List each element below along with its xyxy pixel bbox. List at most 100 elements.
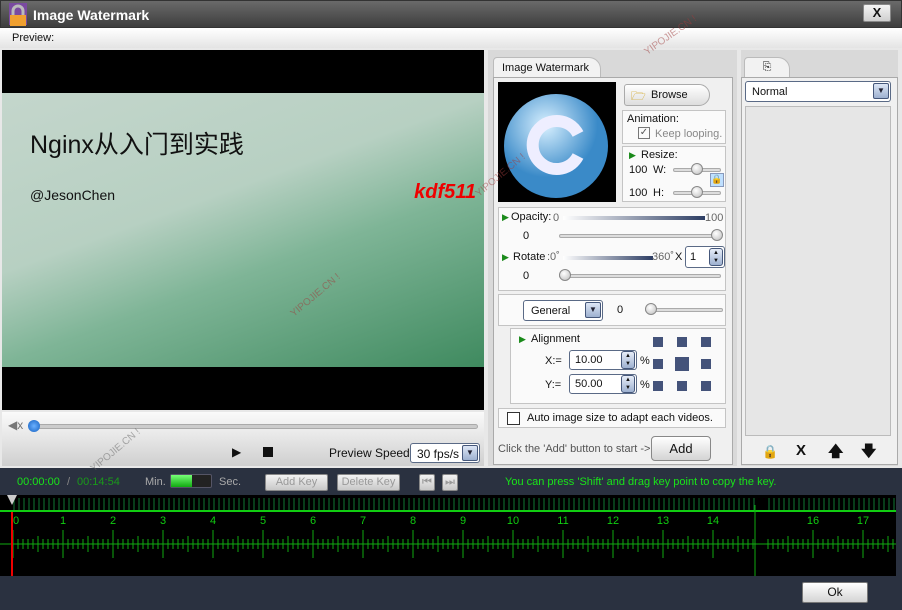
resize-label: Resize: xyxy=(641,149,678,161)
watermark-thumbnail xyxy=(498,82,616,202)
ruler-label: 11 xyxy=(557,515,568,527)
mode-handle[interactable] xyxy=(645,303,657,315)
tab-image-watermark[interactable]: Image Watermark xyxy=(493,57,601,77)
play-icon[interactable]: ▶ xyxy=(232,445,241,459)
expand-icon: ▶ xyxy=(502,212,509,222)
ruler-label: 9 xyxy=(460,515,466,527)
ruler-label: 8 xyxy=(410,515,416,527)
lock-icon[interactable]: 🔒 xyxy=(762,444,778,460)
window-title: Image Watermark xyxy=(33,7,150,23)
auto-size-checkbox[interactable] xyxy=(507,412,520,425)
slide-title: Nginx从入门到实践 xyxy=(30,131,244,159)
add-button[interactable]: Add xyxy=(651,436,711,461)
align-cell[interactable] xyxy=(701,337,711,347)
next-key-icon[interactable]: ⏭ xyxy=(442,474,458,491)
chevron-down-icon[interactable]: ▼ xyxy=(585,302,601,318)
align-cell[interactable] xyxy=(701,381,711,391)
browse-label: Browse xyxy=(651,89,688,101)
y-input[interactable]: 50.00 ▲ ▼ xyxy=(569,374,637,394)
seek-slider[interactable] xyxy=(32,424,478,429)
rotate-min: :0˚ xyxy=(547,251,560,263)
close-button[interactable]: X xyxy=(863,4,891,22)
layers-icon: ⎘ xyxy=(762,61,772,73)
mode-group: General ▼ 0 xyxy=(498,294,726,326)
arrow-down-icon[interactable]: 🡇 xyxy=(861,441,876,466)
copyright-image-icon xyxy=(504,94,608,198)
rotate-times-input[interactable]: 1 ▲ ▼ xyxy=(685,246,725,268)
align-cell[interactable] xyxy=(701,359,711,369)
ok-button[interactable]: Ok xyxy=(802,582,868,603)
video-frame: Nginx从入门到实践 @JesonChen kdf511 xyxy=(2,93,484,367)
layer-panel: ⎘ Normal ▼ 🔒 X 🡅 🡇 xyxy=(741,50,898,466)
x-value: 10.00 xyxy=(575,354,603,366)
height-handle[interactable] xyxy=(691,186,703,198)
ruler-label: 14 xyxy=(707,515,719,527)
browse-button[interactable]: 🗁 Browse xyxy=(624,84,710,106)
preview-speed-select[interactable]: 30 fps/s ▼ xyxy=(410,443,480,463)
align-cell[interactable] xyxy=(653,381,663,391)
opacity-handle[interactable] xyxy=(711,229,723,241)
opacity-gradient xyxy=(563,216,705,220)
delete-key-button[interactable]: Delete Key xyxy=(337,474,400,491)
auto-size-group: Auto image size to adapt each videos. xyxy=(498,408,726,428)
opacity-slider[interactable] xyxy=(559,234,721,238)
playhead-icon xyxy=(7,495,17,505)
width-value: 100 xyxy=(629,164,648,176)
opacity-min: 0 xyxy=(553,212,560,224)
rotate-slider[interactable] xyxy=(559,274,721,278)
prev-key-icon[interactable]: ⏮ xyxy=(419,474,435,491)
ruler-label: 13 xyxy=(657,515,669,527)
align-cell[interactable] xyxy=(653,359,663,369)
y-label: Y:= xyxy=(545,379,562,391)
tab-layers[interactable]: ⎘ xyxy=(744,57,790,77)
animation-group: Animation: ✓ Keep looping. xyxy=(622,110,726,144)
align-cell[interactable] xyxy=(677,337,687,347)
lock-ratio-icon[interactable]: 🔒 xyxy=(710,173,724,187)
mode-select[interactable]: General ▼ xyxy=(523,300,603,321)
add-key-button[interactable]: Add Key xyxy=(265,474,328,491)
timeline-hint: You can press 'Shift' and drag key point… xyxy=(505,476,777,488)
ruler-label: 2 xyxy=(110,515,116,527)
y-percent: % xyxy=(640,379,650,391)
unit-toggle[interactable] xyxy=(170,474,212,488)
align-cell[interactable] xyxy=(677,381,687,391)
blend-select[interactable]: Normal ▼ xyxy=(745,81,891,102)
timeline-ruler[interactable]: 0 1 2 3 4 5 6 7 8 9 10 11 12 13 14 16 17 xyxy=(0,495,896,576)
seek-handle[interactable] xyxy=(28,420,40,432)
slide-watermark: kdf511 xyxy=(414,181,476,203)
stop-icon[interactable] xyxy=(263,447,273,457)
mute-icon[interactable]: ◀x xyxy=(8,418,23,432)
video-preview: Nginx从入门到实践 @JesonChen kdf511 xyxy=(2,50,484,410)
expand-icon: ▶ xyxy=(629,150,636,160)
rotate-times-value: 1 xyxy=(690,251,697,263)
align-cell[interactable] xyxy=(653,337,663,347)
ruler-label: 3 xyxy=(160,515,166,527)
delete-icon[interactable]: X xyxy=(796,442,806,459)
spinner-icon[interactable]: ▲ ▼ xyxy=(709,248,723,266)
align-cell[interactable] xyxy=(675,357,689,371)
animation-label: Animation: xyxy=(627,113,679,125)
mode-value: General xyxy=(531,305,571,317)
rotate-max: 360˚ xyxy=(652,251,675,263)
seek-row: ◀x xyxy=(2,412,484,438)
x-percent: % xyxy=(640,355,650,367)
rotate-handle[interactable] xyxy=(559,269,571,281)
layer-list[interactable] xyxy=(745,106,891,436)
menu-bar: Preview: xyxy=(0,28,902,48)
expand-icon: ▶ xyxy=(519,334,526,344)
mode-amount: 0 xyxy=(617,304,624,316)
arrow-up-icon[interactable]: 🡅 xyxy=(828,441,843,466)
app-lock-icon xyxy=(9,3,27,26)
chevron-down-icon[interactable]: ▼ xyxy=(462,445,478,461)
alignment-label: Alignment xyxy=(531,333,580,345)
ruler-label: 4 xyxy=(210,515,216,527)
x-input[interactable]: 10.00 ▲ ▼ xyxy=(569,350,637,370)
menu-preview[interactable]: Preview: xyxy=(12,32,54,44)
spinner-icon[interactable]: ▲ ▼ xyxy=(621,375,635,393)
width-handle[interactable] xyxy=(691,163,703,175)
keep-looping-checkbox[interactable]: ✓ xyxy=(638,127,650,139)
rotate-label: Rotate xyxy=(513,251,546,263)
tab-label: Image Watermark xyxy=(502,62,590,74)
chevron-down-icon[interactable]: ▼ xyxy=(873,83,889,99)
spinner-icon[interactable]: ▲ ▼ xyxy=(621,351,635,369)
